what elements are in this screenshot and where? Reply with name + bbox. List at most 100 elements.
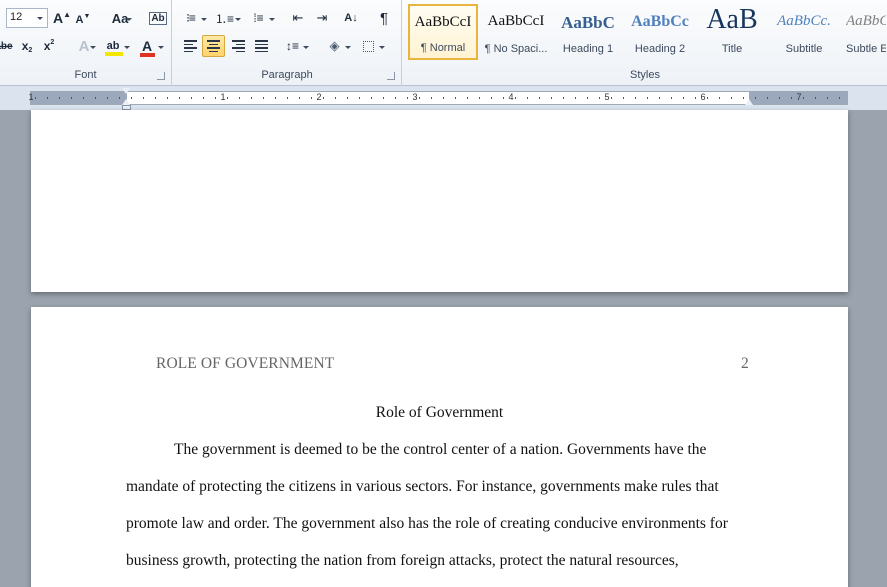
ruler-left-margin xyxy=(31,92,127,104)
change-case-button[interactable]: Aa xyxy=(106,7,134,29)
ruler-tick xyxy=(431,97,432,99)
ruler-tick xyxy=(647,97,648,99)
ruler-tick xyxy=(731,97,732,99)
ruler-number: 5 xyxy=(604,92,610,102)
style-sample: AaBbCcI xyxy=(414,14,472,30)
superscript-mark: 2 xyxy=(50,38,55,46)
shrink-font-button[interactable]: A ▼ xyxy=(74,9,92,31)
chevron-down-icon xyxy=(235,18,241,21)
align-left-icon xyxy=(183,40,197,52)
style-subtle-emphasis[interactable]: AaBbCc Subtle E xyxy=(841,4,887,60)
style-sample: AaBbC xyxy=(561,13,615,32)
style-sample: AaBbCc. xyxy=(777,13,831,29)
ruler-number: 1 xyxy=(220,92,226,102)
ruler-tick xyxy=(383,97,384,99)
decrease-indent-button[interactable]: ⇤ xyxy=(287,7,309,29)
sort-button[interactable]: A↓ xyxy=(339,7,363,29)
bullet-list-icon: ⁝≡ xyxy=(186,11,196,25)
style-no-spacing[interactable]: AaBbCcI ¶ No Spaci... xyxy=(481,4,551,60)
style-sample: AaBbCc xyxy=(631,13,689,30)
grow-font-button[interactable]: A ▲ xyxy=(52,7,72,29)
decrease-indent-icon: ⇤ xyxy=(292,10,304,25)
highlight-label: ab xyxy=(106,40,120,52)
page-2[interactable]: ROLE OF GOVERNMENT 2 Role of Government … xyxy=(31,307,848,587)
font-size-box[interactable]: 12 xyxy=(6,8,48,28)
chevron-down-icon xyxy=(303,46,309,49)
ruler-area: 1 1 2 3 4 5 6 7 xyxy=(0,86,887,110)
page-1[interactable] xyxy=(31,110,848,292)
ruler-tick xyxy=(179,97,180,99)
ruler-tick xyxy=(311,97,312,99)
line-spacing-button[interactable]: ↕≡ xyxy=(281,35,311,57)
subscript-button[interactable]: x2 xyxy=(18,35,36,57)
ruler-tick xyxy=(671,97,672,99)
highlight-button[interactable]: ab xyxy=(102,35,132,57)
align-right-button[interactable] xyxy=(227,35,249,57)
ruler-tick xyxy=(635,97,636,99)
style-subtitle[interactable]: AaBbCc. Subtitle xyxy=(769,4,839,60)
text-effects-icon: A xyxy=(78,37,90,55)
ruler-tick xyxy=(503,97,504,99)
chevron-down-icon xyxy=(158,46,164,49)
increase-indent-button[interactable]: ⇥ xyxy=(311,7,333,29)
paragraph-group-label: Paragraph xyxy=(261,69,313,81)
ruler-tick xyxy=(395,97,396,99)
style-heading-2[interactable]: AaBbCc Heading 2 xyxy=(625,4,695,60)
style-name: Heading 2 xyxy=(634,43,686,55)
style-name: Heading 1 xyxy=(562,43,614,55)
strikethrough-button[interactable]: abe xyxy=(0,35,14,57)
ruler-tick xyxy=(779,97,780,99)
justify-icon xyxy=(254,40,268,52)
ribbon: 12 A▲ A▼ Aa Ab abe x2 x2 A xyxy=(0,0,887,86)
paint-bucket-icon: ◈ xyxy=(329,38,340,53)
numbering-button[interactable]: ⒈≡ xyxy=(213,7,243,29)
justify-button[interactable] xyxy=(250,35,272,57)
style-heading-1[interactable]: AaBbC Heading 1 xyxy=(553,4,623,60)
font-dialog-launcher-icon[interactable] xyxy=(157,72,165,80)
align-left-button[interactable] xyxy=(179,35,201,57)
borders-button[interactable] xyxy=(357,35,387,57)
paragraph-line: mandate of protecting the citizens in va… xyxy=(126,478,719,495)
subscript-icon: x xyxy=(21,39,29,53)
ruler-tick xyxy=(839,97,840,99)
ruler-tick xyxy=(575,97,576,99)
bullets-button[interactable]: ⁝≡ xyxy=(179,7,209,29)
ruler-number: 3 xyxy=(412,92,418,102)
ruler-tick xyxy=(251,97,252,99)
ruler-tick xyxy=(791,97,792,99)
shading-button[interactable]: ◈ xyxy=(323,35,353,57)
ruler-number: 7 xyxy=(796,92,802,102)
right-indent-marker[interactable] xyxy=(745,99,753,105)
font-color-icon: A xyxy=(139,38,155,57)
style-title[interactable]: AaB Title xyxy=(697,4,767,60)
font-color-bar xyxy=(139,53,155,57)
document-title: Role of Government xyxy=(375,404,504,421)
strikethrough-icon: abe xyxy=(0,40,13,52)
horizontal-ruler[interactable]: 1 1 2 3 4 5 6 7 xyxy=(28,91,848,105)
first-line-indent-marker[interactable] xyxy=(122,88,130,94)
align-center-button[interactable] xyxy=(202,35,225,57)
chevron-down-icon xyxy=(90,46,96,49)
multilevel-list-button[interactable]: ⁞≡ xyxy=(247,7,277,29)
ruler-tick xyxy=(275,97,276,99)
ruler-tick xyxy=(743,97,744,99)
ruler-tick xyxy=(419,97,420,99)
styles-group-label: Styles xyxy=(630,69,660,81)
ruler-tick xyxy=(35,97,36,99)
ruler-number: 1 xyxy=(28,92,34,102)
text-effects-button[interactable]: A xyxy=(70,35,98,57)
ruler-tick xyxy=(491,97,492,99)
font-color-button[interactable]: A xyxy=(136,35,166,57)
show-marks-button[interactable]: ¶ xyxy=(373,7,395,29)
page-number: 2 xyxy=(741,355,749,372)
superscript-button[interactable]: x2 xyxy=(40,35,58,57)
ruler-tick xyxy=(215,97,216,99)
ruler-number: 6 xyxy=(700,92,706,102)
paragraph-dialog-launcher-icon[interactable] xyxy=(387,72,395,80)
ruler-tick xyxy=(623,97,624,99)
ruler-tick xyxy=(467,97,468,99)
superscript-icon: x xyxy=(43,39,51,53)
style-normal[interactable]: AaBbCcI ¶ Normal xyxy=(408,4,478,60)
clear-formatting-button[interactable]: Ab xyxy=(148,7,168,29)
ruler-tick xyxy=(407,97,408,99)
